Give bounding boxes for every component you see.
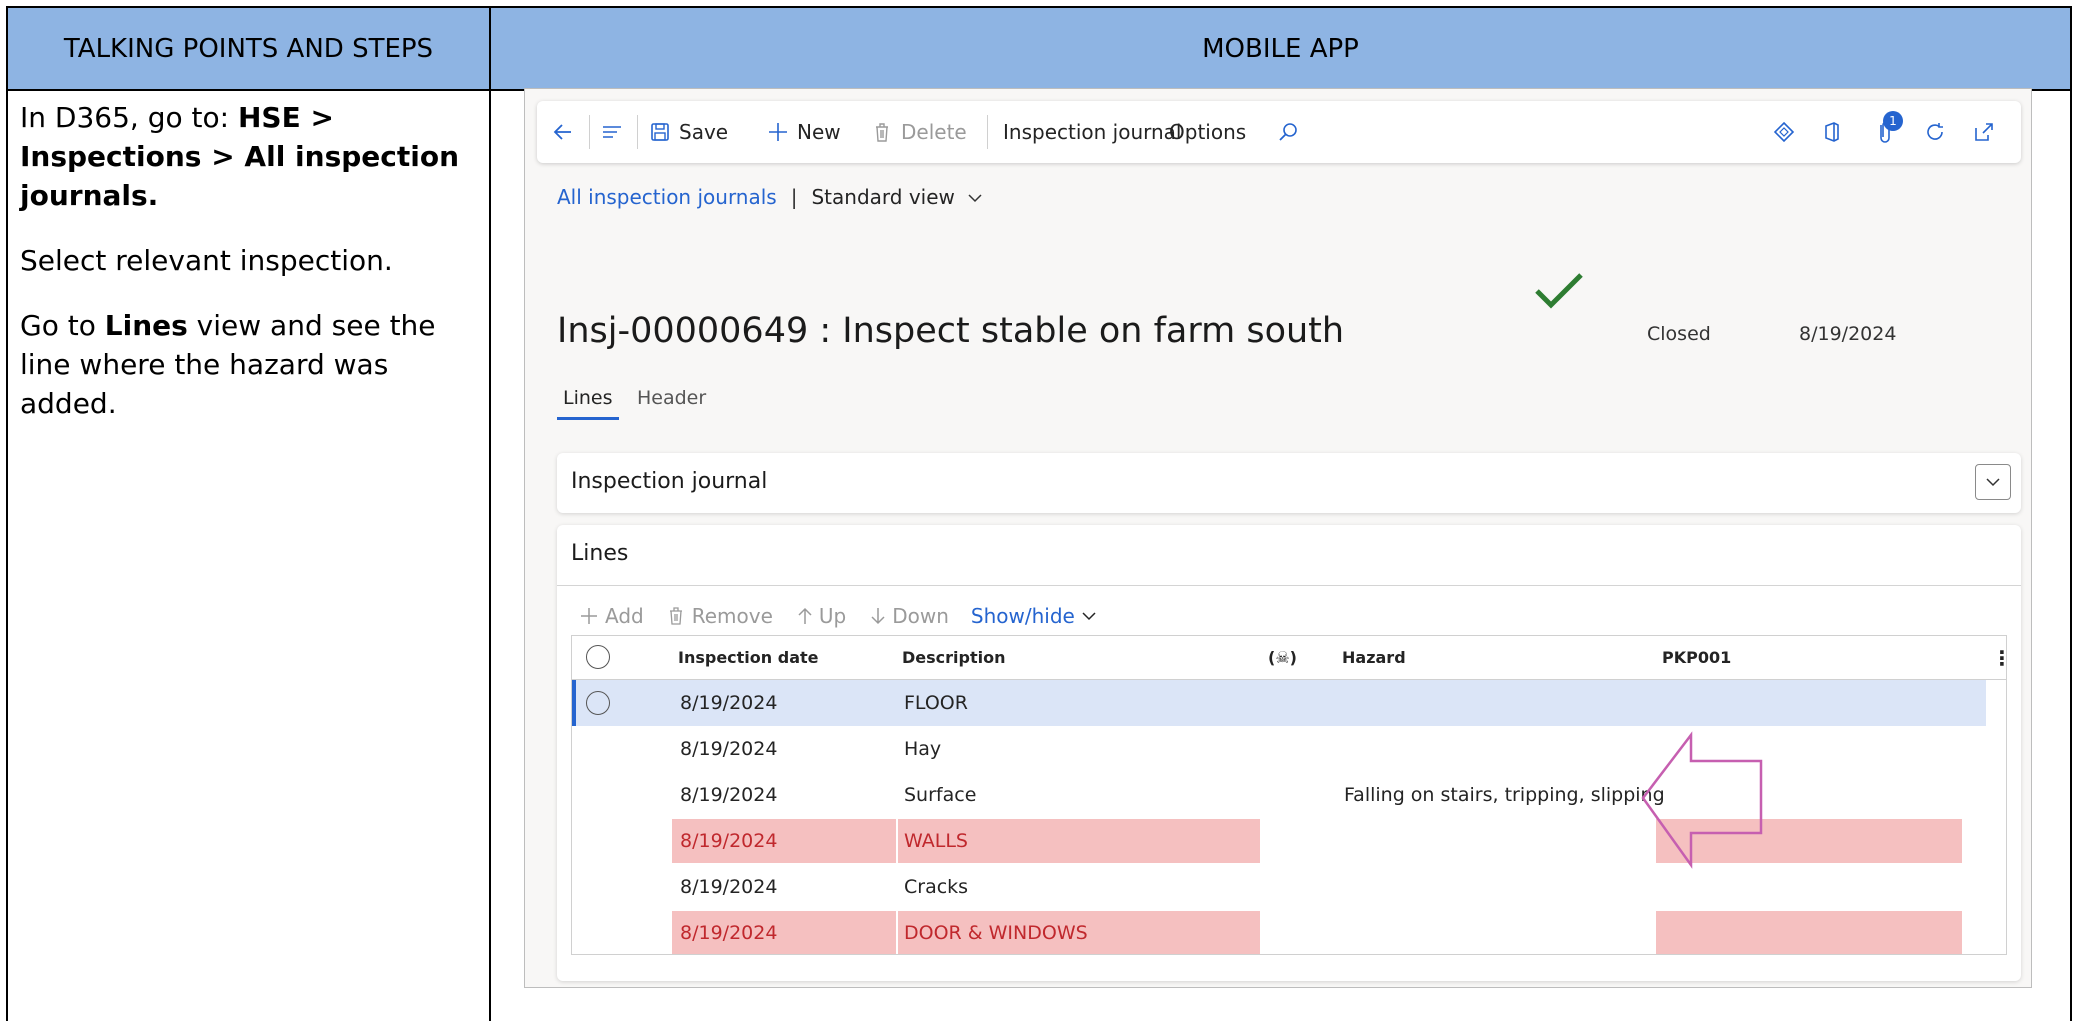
cell-inspection-date[interactable]: 8/19/2024 — [680, 680, 777, 726]
table-row[interactable]: 8/19/2024 Cracks — [572, 864, 2006, 910]
chevron-down-icon — [1082, 612, 1096, 621]
show-hide-button[interactable]: Show/hide — [971, 604, 1097, 628]
inspection-journal-section[interactable]: Inspection journal — [557, 453, 2021, 513]
column-hazard[interactable]: Hazard — [1342, 636, 1406, 680]
cell-inspection-date[interactable]: 8/19/2024 — [680, 864, 777, 910]
section-title: Inspection journal — [571, 469, 768, 494]
grid-header: Inspection date Description (☠) Hazard P… — [572, 636, 2006, 680]
delete-button[interactable]: Delete — [871, 101, 967, 163]
step-select: Select relevant inspection. — [20, 244, 393, 277]
cell-inspection-date[interactable]: 8/19/2024 — [680, 726, 777, 772]
lines-section: Lines Add Remove Up Down Show/hide Inspe… — [557, 525, 2021, 981]
cell-hazard[interactable]: Falling on stairs, tripping, slipping — [1344, 772, 1665, 818]
cell-inspection-date[interactable]: 8/19/2024 — [680, 772, 777, 818]
add-line-button[interactable]: Add — [579, 604, 644, 628]
table-row[interactable]: 8/19/2024 DOOR & WINDOWS — [572, 910, 2006, 954]
tab-header[interactable]: Header — [637, 379, 706, 417]
plus-icon — [581, 608, 597, 624]
breadcrumb-link[interactable]: All inspection journals — [557, 185, 777, 209]
lines-toolbar: Add Remove Up Down Show/hide — [579, 597, 1119, 635]
lines-menu-icon — [603, 126, 621, 138]
office-button[interactable] — [1821, 101, 1843, 163]
open-new-window-button[interactable] — [1973, 101, 1995, 163]
section-divider — [557, 585, 2021, 586]
power-apps-button[interactable] — [1773, 101, 1795, 163]
open-in-new-icon — [1975, 123, 1993, 141]
cell-description[interactable]: Cracks — [904, 864, 968, 910]
table-header-row: TALKING POINTS AND STEPS MOBILE APP — [8, 8, 2070, 91]
selection-highlight — [572, 680, 1986, 726]
header-talking-points: TALKING POINTS AND STEPS — [63, 33, 434, 64]
d365-screenshot: Save New Delete Inspection journal Optio… — [524, 88, 2032, 988]
view-selector[interactable]: Standard view — [811, 185, 983, 209]
attachments-badge: 1 — [1883, 111, 1903, 131]
arrow-left-icon — [553, 124, 571, 140]
breadcrumb: All inspection journals | Standard view — [557, 177, 983, 217]
move-down-button[interactable]: Down — [868, 604, 949, 628]
plus-icon — [769, 123, 787, 141]
new-button[interactable]: New — [767, 101, 841, 163]
annotation-arrow — [1641, 731, 1763, 869]
trash-icon — [669, 607, 682, 625]
status-badge: Closed — [1647, 323, 1711, 345]
arrow-down-icon — [871, 608, 885, 625]
table-row[interactable]: 8/19/2024 WALLS — [572, 818, 2006, 864]
row-checkbox[interactable] — [586, 691, 610, 715]
save-button[interactable]: Save — [649, 101, 728, 163]
page-title: Insj-00000649 : Inspect stable on farm s… — [557, 311, 1345, 351]
lines-grid: Inspection date Description (☠) Hazard P… — [571, 635, 2007, 955]
refresh-button[interactable] — [1923, 101, 1947, 163]
chevron-down-icon — [968, 194, 982, 203]
arrow-up-icon — [798, 607, 812, 624]
cell-description[interactable]: DOOR & WINDOWS — [904, 910, 1088, 954]
cell-description[interactable]: Hay — [904, 726, 941, 772]
trash-icon — [876, 123, 888, 142]
cell-inspection-date[interactable]: 8/19/2024 — [680, 818, 777, 864]
cell-description[interactable]: Surface — [904, 772, 976, 818]
tab-lines[interactable]: Lines — [557, 379, 619, 420]
options-menu[interactable]: Options — [1169, 101, 1246, 163]
header-mobile-app: MOBILE APP — [1202, 33, 1359, 64]
toolbar-divider — [589, 115, 590, 149]
action-pane: Save New Delete Inspection journal Optio… — [537, 101, 2021, 163]
toolbar-divider — [987, 115, 988, 149]
step-lines: Go to Lines view and see the line where … — [20, 309, 436, 420]
cell-description[interactable]: FLOOR — [904, 680, 968, 726]
menu-button[interactable] — [601, 101, 623, 163]
table-row[interactable]: 8/19/2024 FLOOR — [572, 680, 2006, 726]
checkmark-icon — [1533, 269, 1585, 315]
column-description[interactable]: Description — [902, 636, 1005, 680]
attachments-button[interactable]: 1 — [1873, 101, 1903, 163]
search-button[interactable] — [1277, 101, 1299, 163]
inspection-journal-menu[interactable]: Inspection journal — [1003, 101, 1182, 163]
table-row[interactable]: 8/19/2024 Surface Falling on stairs, tripp… — [572, 772, 2006, 818]
column-hazard-icon[interactable]: (☠) — [1268, 636, 1297, 680]
record-date: 8/19/2024 — [1799, 323, 1897, 345]
diamond-icon — [1773, 121, 1795, 143]
more-options-icon[interactable]: ⋮ — [1992, 636, 2006, 680]
step-navigate: In D365, go to: HSE > Inspections > All … — [20, 101, 460, 212]
toolbar-divider — [637, 115, 638, 149]
refresh-icon — [1927, 123, 1943, 140]
steps-text: In D365, go to: HSE > Inspections > All … — [20, 98, 480, 449]
column-divider — [489, 8, 491, 1021]
cell-inspection-date[interactable]: 8/19/2024 — [680, 910, 777, 954]
move-up-button[interactable]: Up — [795, 604, 846, 628]
section-title: Lines — [571, 541, 629, 566]
pkp001-highlight — [1656, 911, 1962, 954]
breadcrumb-separator: | — [790, 185, 798, 209]
chevron-down-icon — [1986, 478, 2000, 487]
office-icon — [1825, 122, 1839, 142]
remove-line-button[interactable]: Remove — [666, 604, 773, 628]
cell-description[interactable]: WALLS — [904, 818, 968, 864]
table-row[interactable]: 8/19/2024 Hay — [572, 726, 2006, 772]
selection-indicator — [572, 680, 576, 726]
select-all-checkbox[interactable] — [586, 645, 610, 669]
save-icon — [651, 123, 669, 141]
column-inspection-date[interactable]: Inspection date — [678, 636, 819, 680]
expand-section-button[interactable] — [1975, 464, 2011, 500]
back-button[interactable] — [551, 101, 575, 163]
column-pkp001[interactable]: PKP001 — [1662, 636, 1731, 680]
search-icon — [1279, 123, 1297, 141]
